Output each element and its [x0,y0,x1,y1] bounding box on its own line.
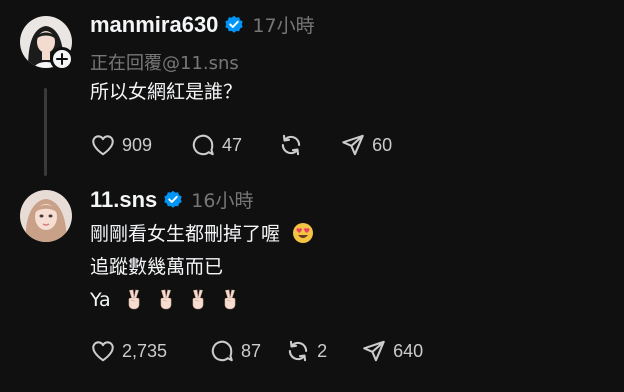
post-text: 剛剛看女生都刪掉了喔 [90,223,281,245]
share-icon [363,340,385,362]
like-count: 909 [122,134,153,155]
avatar[interactable] [20,190,72,242]
reply-to-label[interactable]: 正在回覆@11.sns [90,49,239,75]
victory-hand-emoji [224,289,235,310]
action-bar: 909 47 60 [90,132,392,158]
heart-icon [92,135,114,156]
like-count: 2,735 [122,340,168,361]
share-count: 640 [393,340,424,361]
victory-hands [117,289,241,311]
repost-icon [281,134,301,156]
post-text: Ya [90,289,111,311]
heart-eyes-emoji [293,223,314,243]
post-header: 11.sns 16小時 [90,186,253,213]
avatar-image-icon [20,190,72,242]
username[interactable]: manmira630 [90,12,218,38]
plus-icon [56,53,68,65]
victory-hand-emoji [192,289,203,310]
heart-icon [92,341,114,362]
like-button[interactable]: 909 [90,132,152,158]
repost-icon [288,340,308,362]
post-time: 16小時 [191,190,254,212]
share-count: 60 [372,134,393,155]
reply-button[interactable]: 87 [209,338,261,364]
post-header: manmira630 17小時 [90,11,315,38]
action-bar: 2,735 87 2 640 [90,338,423,364]
post-text-line: 剛剛看女生都刪掉了喔 [90,221,314,247]
reply-button[interactable]: 47 [190,132,242,158]
post-text-line: 所以女網紅是誰？ [90,81,243,103]
verified-badge-icon [225,15,244,33]
like-button[interactable]: 2,735 [90,338,167,364]
repost-button[interactable]: 2 [285,338,327,364]
post-text-line: Ya [90,287,241,313]
share-button[interactable]: 640 [361,338,423,364]
post-time: 17小時 [252,15,315,37]
follow-button[interactable] [50,47,74,71]
username[interactable]: 11.sns [90,187,157,213]
verified-badge-icon [164,190,182,208]
repost-button[interactable] [278,132,310,158]
comment-icon [192,134,214,156]
thread-line [44,88,47,176]
share-icon [342,134,364,156]
reply-count: 47 [222,134,243,155]
comment-icon [211,340,233,362]
repost-count: 2 [317,340,328,361]
share-button[interactable]: 60 [340,132,392,158]
reply-count: 87 [241,340,262,361]
post-text-line: 追蹤數幾萬而已 [90,256,224,278]
victory-hand-emoji [160,289,171,310]
victory-hand-emoji [128,289,139,310]
